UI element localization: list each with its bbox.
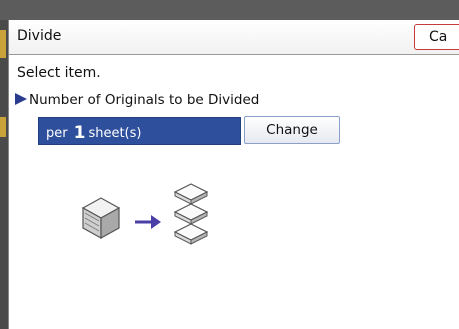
instruction-text: Select item. (17, 65, 101, 81)
value-number: 1 (73, 123, 86, 143)
cancel-button[interactable]: Ca (414, 24, 459, 50)
triangle-bullet-icon (15, 93, 27, 105)
value-prefix: per (46, 126, 68, 141)
divide-dialog: Divide Ca Select item. Number of Origina… (8, 20, 459, 329)
window-top-strip (0, 0, 459, 20)
right-arrow-icon (135, 215, 161, 229)
change-button[interactable]: Change (244, 116, 340, 144)
section-label: Number of Originals to be Divided (15, 92, 259, 108)
divide-illustration (81, 183, 209, 245)
dialog-title-bar: Divide Ca (9, 20, 459, 55)
stacked-originals-icon (81, 197, 121, 240)
divided-sets-icon (173, 183, 209, 245)
left-accent-tab-upper (0, 30, 6, 58)
originals-value-display: per 1 sheet(s) (38, 117, 241, 145)
value-unit: sheet(s) (88, 126, 142, 141)
dialog-title: Divide (17, 28, 62, 44)
left-accent-tab-lower (0, 117, 6, 137)
section-label-text: Number of Originals to be Divided (29, 92, 260, 108)
